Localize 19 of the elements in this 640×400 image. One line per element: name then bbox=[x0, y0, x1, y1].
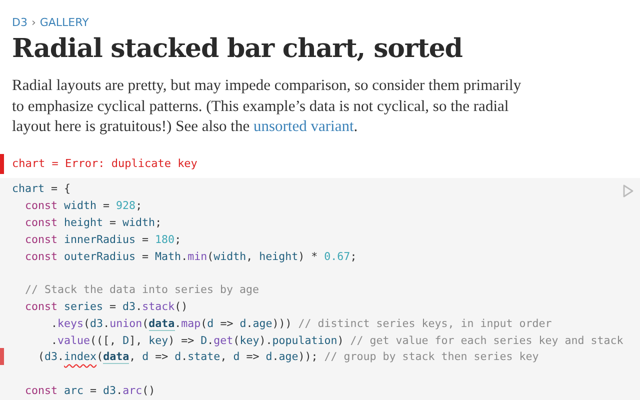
code-line: (d3.index(data, d => d.state, d => d.age)); // group by stack then series key bbox=[37, 350, 539, 364]
code-line: const outerRadius = Math.min(width, height) * 0.67; bbox=[24, 250, 357, 263]
run-icon[interactable] bbox=[622, 184, 634, 198]
code-line: chart = { bbox=[12, 182, 71, 196]
code-line: const height = width; bbox=[24, 216, 162, 229]
code-line: // Stack the data into series by age bbox=[24, 283, 260, 296]
code-line: .value(([, D], key) => D.get(key).population) // get value for each series key and stack bbox=[50, 334, 624, 347]
page-title: Radial stacked bar chart, sorted bbox=[12, 33, 464, 66]
code-line: const series = d3.stack() bbox=[24, 300, 188, 313]
code-line: const arc = d3.arc() bbox=[24, 384, 156, 397]
breadcrumb-link[interactable]: GALLERY bbox=[40, 16, 89, 28]
breadcrumb-separator: › bbox=[31, 16, 36, 28]
code-line: const innerRadius = 180; bbox=[24, 232, 182, 246]
error-message: chart = Error: duplicate key bbox=[12, 157, 198, 170]
breadcrumb-link[interactable]: D3 bbox=[12, 16, 28, 28]
code-line: const width = 928; bbox=[24, 199, 142, 212]
unsorted-variant-link[interactable]: unsorted variant bbox=[253, 118, 354, 135]
code-line: .keys(d3.union(data.map(d => d.age))) // distinct series keys, in input order bbox=[50, 316, 552, 330]
description-paragraph: Radial layouts are pretty, but may impede comparison, so consider them primarily to emphasize cyclical patterns. (This example’s data is not cyclical, so the radial layout here is gratuitous!) See also the unsorted variant. bbox=[12, 76, 522, 137]
